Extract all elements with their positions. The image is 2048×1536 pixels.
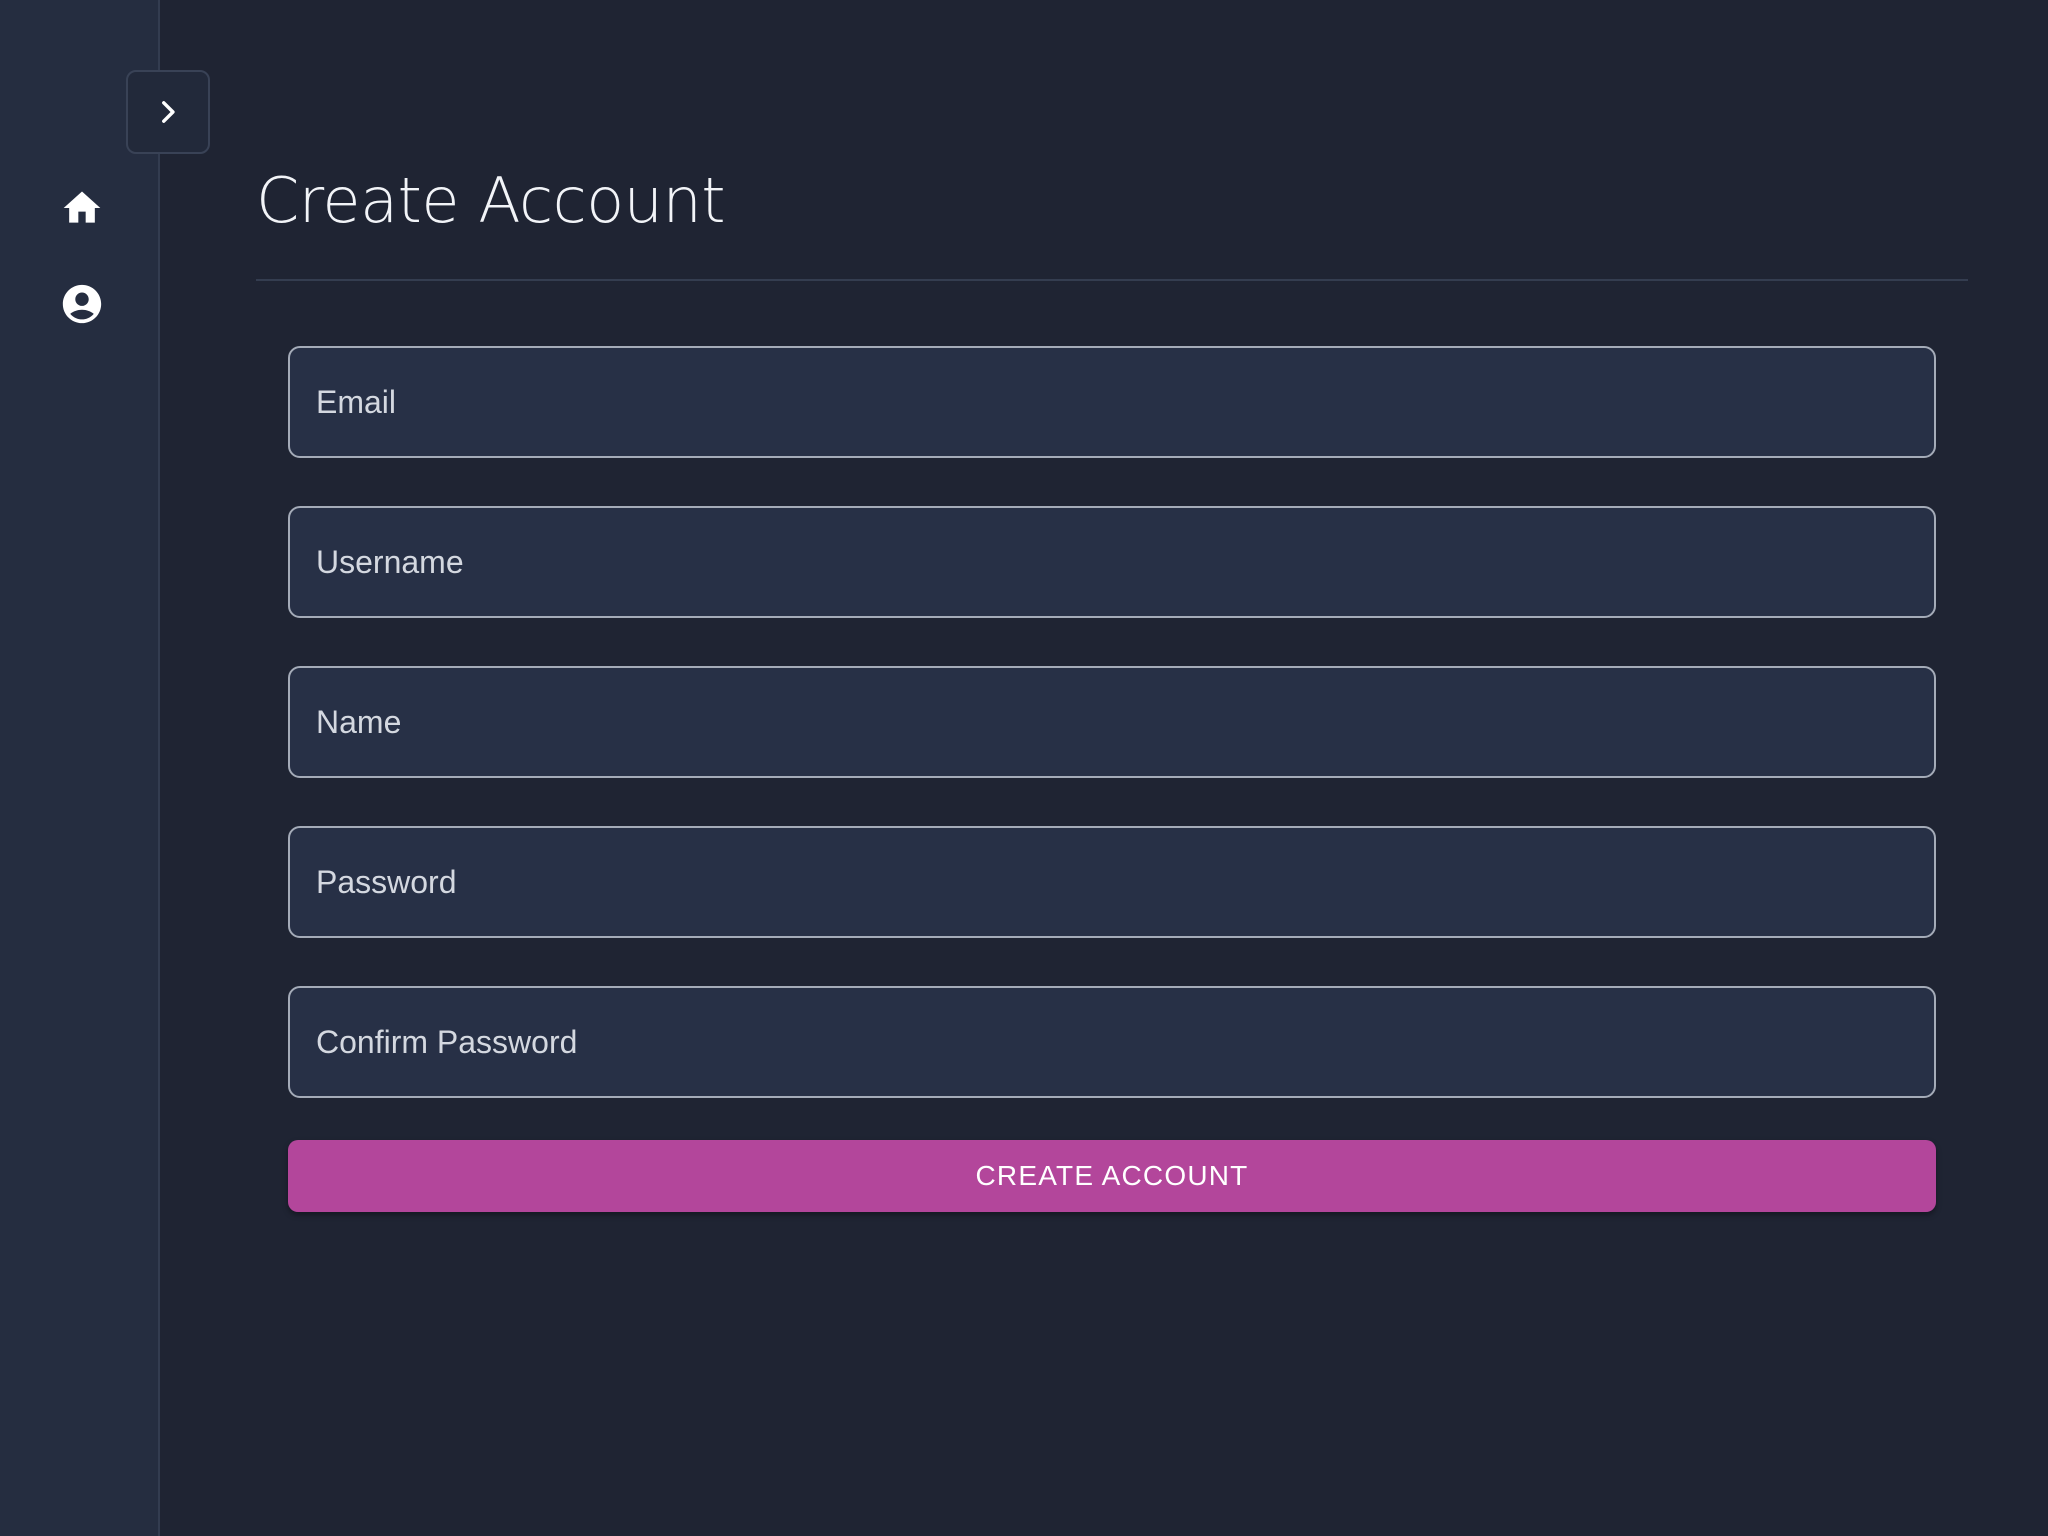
sidebar-toggle-button[interactable]	[126, 70, 210, 154]
password-input[interactable]	[290, 828, 1934, 936]
create-account-button[interactable]: CREATE ACCOUNT	[288, 1140, 1936, 1212]
name-field	[288, 666, 1936, 778]
page-title: Create Account	[256, 164, 726, 237]
confirm-password-field	[288, 986, 1936, 1098]
create-account-form: CREATE ACCOUNT	[288, 346, 1936, 1212]
password-field	[288, 826, 1936, 938]
email-field	[288, 346, 1936, 458]
account-circle-icon-glyph	[62, 284, 102, 324]
email-input[interactable]	[290, 348, 1934, 456]
confirm-password-input[interactable]	[290, 988, 1934, 1096]
account-circle-icon[interactable]	[56, 278, 108, 330]
chevron-right-icon	[162, 101, 175, 123]
name-input[interactable]	[290, 668, 1934, 776]
home-icon[interactable]	[56, 182, 108, 234]
username-input[interactable]	[290, 508, 1934, 616]
title-divider	[256, 279, 1968, 281]
home-icon-glyph	[63, 191, 101, 223]
sidebar	[0, 0, 160, 1536]
username-field	[288, 506, 1936, 618]
